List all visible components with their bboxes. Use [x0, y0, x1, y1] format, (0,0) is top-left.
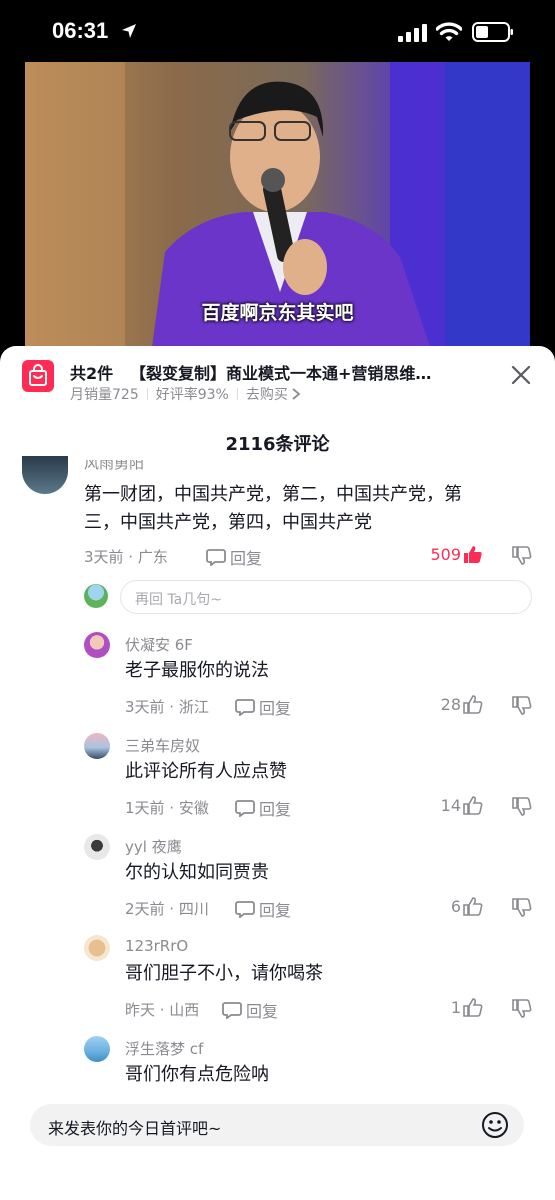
- divider: [146, 388, 148, 400]
- reply-text: 老子最服你的说法: [125, 660, 269, 681]
- like-count[interactable]: 14: [441, 795, 483, 815]
- reply-label: 回复: [230, 549, 263, 568]
- reply-nickname[interactable]: 浮生落梦 cf: [125, 1038, 203, 1059]
- reply-text: 尔的认知如同贾贵: [125, 862, 269, 883]
- reply-button[interactable]: 回复: [206, 545, 262, 569]
- comment-nickname[interactable]: 风雨勇阳: [84, 460, 144, 472]
- product-meta: 月销量725 好评率93% 去购买: [70, 384, 302, 404]
- like-count[interactable]: 28: [441, 694, 483, 714]
- reply-time-location: 3天前 · 浙江: [125, 698, 209, 716]
- thumbs-up-icon: [463, 796, 483, 815]
- avatar[interactable]: [84, 733, 110, 759]
- emoji-icon[interactable]: [480, 1110, 510, 1140]
- video-player[interactable]: 百度啊京东其实吧: [25, 62, 530, 362]
- my-avatar: [84, 584, 108, 608]
- location-arrow-icon: [122, 24, 136, 38]
- reply-label: 回复: [259, 800, 292, 819]
- like-count[interactable]: 1: [451, 997, 483, 1017]
- avatar[interactable]: [84, 1036, 110, 1062]
- reply-button[interactable]: 回复: [222, 998, 278, 1022]
- like-count-value: 6: [450, 896, 461, 916]
- avatar[interactable]: [84, 834, 110, 860]
- monthly-sales: 月销量725: [70, 387, 139, 403]
- reply-button[interactable]: 回复: [235, 695, 291, 719]
- reply-text: 此评论所有人应点赞: [125, 761, 287, 782]
- shopping-bag-icon: [22, 360, 54, 392]
- close-icon[interactable]: [510, 364, 532, 386]
- thumbs-down-icon[interactable]: [512, 898, 532, 918]
- reply-time-location: 昨天 · 山西: [125, 1001, 200, 1019]
- reply-label: 回复: [259, 901, 292, 920]
- reply-input[interactable]: 再回 Ta几句~: [120, 580, 532, 614]
- rating: 好评率93%: [155, 387, 229, 403]
- thumbs-up-filled-icon: [464, 546, 482, 563]
- comment-input[interactable]: 来发表你的今日首评吧~: [30, 1104, 524, 1146]
- product-bar[interactable]: 共2件 【裂变复制】商业模式一本通+营销思维… 月销量725 好评率93% 去购…: [0, 346, 555, 410]
- like-count-value: 509: [430, 544, 461, 564]
- thumbs-up-icon: [463, 695, 483, 714]
- reply-input-placeholder: 再回 Ta几句~: [135, 592, 222, 608]
- comments-count-title: 2116条评论: [225, 434, 330, 455]
- status-bar: 06:31: [0, 0, 555, 62]
- reply-icon: [222, 1002, 242, 1019]
- reply-nickname[interactable]: 123rRrO: [125, 937, 188, 955]
- wifi-icon: [436, 22, 462, 41]
- status-time: 06:31: [52, 18, 109, 43]
- reply-icon: [235, 901, 255, 918]
- thumbs-down-icon[interactable]: [512, 696, 532, 716]
- thumbs-up-icon: [463, 897, 483, 916]
- reply-icon: [235, 800, 255, 817]
- comment-input-placeholder: 来发表你的今日首评吧~: [48, 1119, 222, 1138]
- avatar[interactable]: [84, 632, 110, 658]
- like-count-value: 14: [440, 795, 461, 815]
- reply-text: 哥们胆子不小，请你喝茶: [125, 963, 323, 984]
- battery-icon: [472, 22, 513, 42]
- product-count: 共2件: [70, 364, 114, 383]
- like-count[interactable]: 509: [430, 544, 483, 564]
- thumbs-down-icon[interactable]: [512, 999, 532, 1019]
- reply-icon: [206, 549, 226, 566]
- comment-text-line1: 第一财团，中国共产党，第二，中国共产党，第: [84, 484, 462, 505]
- reply-nickname[interactable]: yyl 夜鹰: [125, 836, 182, 857]
- comment-input-area: 来发表你的今日首评吧~: [0, 1090, 555, 1200]
- reply-button[interactable]: 回复: [235, 897, 291, 921]
- like-count[interactable]: 6: [451, 896, 483, 916]
- reply-label: 回复: [259, 699, 292, 718]
- reply-text: 哥们你有点危险呐: [125, 1064, 269, 1085]
- like-count-value: 28: [440, 694, 461, 714]
- thumbs-up-icon: [463, 998, 483, 1017]
- product-title[interactable]: 【裂变复制】商业模式一本通+营销思维…: [130, 360, 475, 384]
- comment-sheet: 共2件 【裂变复制】商业模式一本通+营销思维… 月销量725 好评率93% 去购…: [0, 346, 555, 1200]
- avatar[interactable]: [84, 935, 110, 961]
- chevron-right-icon: [292, 388, 301, 400]
- thumbs-down-icon[interactable]: [512, 797, 532, 817]
- avatar[interactable]: [22, 456, 68, 494]
- reply-label: 回复: [246, 1002, 279, 1021]
- comment-text-line2: 三，中国共产党，第四，中国共产党: [84, 512, 372, 533]
- divider: [236, 388, 238, 400]
- buy-link[interactable]: 去购买: [246, 384, 288, 404]
- cellular-signal-icon: [398, 24, 427, 42]
- comment-time-location: 3天前 · 广东: [84, 548, 168, 566]
- reply-time-location: 2天前 · 四川: [125, 900, 209, 918]
- reply-icon: [235, 699, 255, 716]
- reply-nickname[interactable]: 伏凝安 6F: [125, 634, 193, 655]
- like-count-value: 1: [450, 997, 461, 1017]
- video-subtitle: 百度啊京东其实吧: [201, 302, 354, 324]
- reply-button[interactable]: 回复: [235, 796, 291, 820]
- reply-time-location: 1天前 · 安徽: [125, 799, 209, 817]
- thumbs-down-icon[interactable]: [512, 546, 532, 566]
- reply-nickname[interactable]: 三弟车房奴: [125, 735, 200, 756]
